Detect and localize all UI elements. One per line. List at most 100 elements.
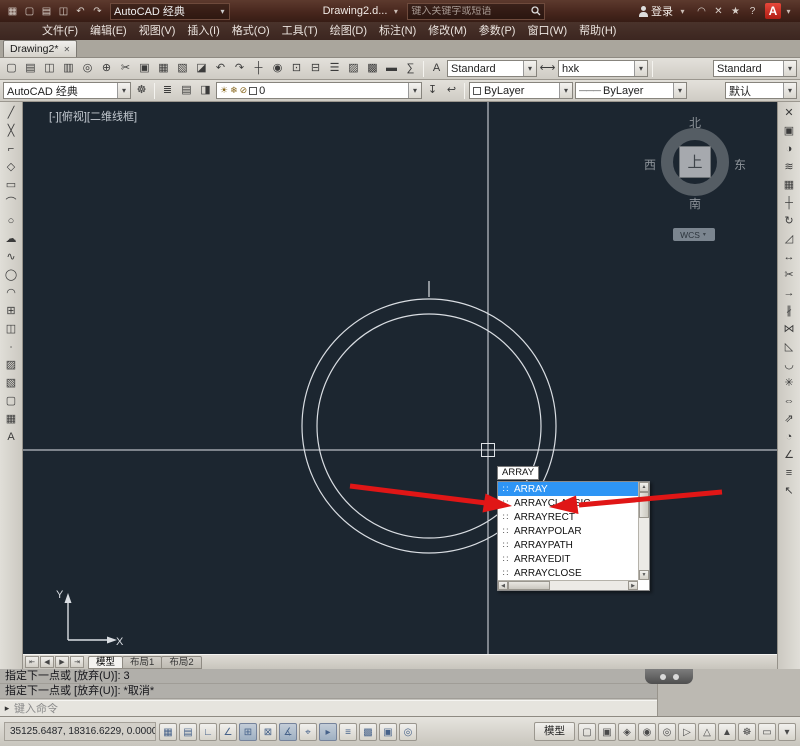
layer-isolate-icon[interactable]: ◨ [197,82,214,99]
paste-icon[interactable]: ▦ [155,60,172,77]
tool-mirror-icon[interactable]: ◑ [781,141,798,158]
grid-toggle[interactable]: ▤ [179,723,197,741]
quick-view-layouts-icon[interactable]: ▢ [578,723,596,741]
pan-status-icon[interactable]: ◈ [618,723,636,741]
tool-offset-icon[interactable]: ≋ [781,159,798,176]
tool-circle-icon[interactable]: ○ [3,213,20,230]
status-menu-arrow-icon[interactable]: ▾ [778,723,796,741]
tool-table-icon[interactable]: ▦ [3,411,20,428]
new-drawing-icon[interactable]: ▢ [22,4,37,19]
menu-dimension[interactable]: 标注(N) [373,22,422,40]
redo-icon[interactable]: ↷ [90,4,105,19]
3d-osnap-toggle[interactable]: ⊠ [259,723,277,741]
scroll-thumb[interactable] [639,492,649,518]
app-menu-icon[interactable]: ▦ [5,4,20,19]
quickcalc-icon[interactable]: ∑ [402,60,419,77]
save-drawing-icon[interactable]: ◫ [56,4,71,19]
menu-help[interactable]: 帮助(H) [573,22,622,40]
document-tab[interactable]: Drawing2* ✕ [3,40,77,57]
tool-explode-icon[interactable]: ✳ [781,375,798,392]
copy-clip-icon[interactable]: ▣ [136,60,153,77]
tool-rectangle-icon[interactable]: ▭ [3,177,20,194]
popup-vertical-scrollbar[interactable]: ▲ ▼ [638,482,649,580]
publish-icon[interactable]: ⊕ [98,60,115,77]
tool-join-icon[interactable]: ⋈ [781,321,798,338]
sign-in-button[interactable]: 登录 ▾ [638,3,689,19]
transparency-toggle[interactable]: ▩ [359,723,377,741]
ortho-toggle[interactable]: ∟ [199,723,217,741]
properties-icon[interactable]: ☰ [326,60,343,77]
model-space-button[interactable]: 模型 [534,722,575,741]
popup-horizontal-scrollbar[interactable]: ◀ ▶ [498,580,638,590]
popup-item-arraypolar[interactable]: ∷ ARRAYPOLAR [498,524,638,538]
menu-view[interactable]: 视图(V) [133,22,182,40]
color-combo[interactable]: ByLayer ▾ [469,82,573,99]
layer-combo[interactable]: ☀ ❄ ⊘ 0 ▾ [216,82,422,99]
tool-revision-cloud-icon[interactable]: ☁ [3,231,20,248]
osnap-toggle[interactable]: ⊞ [239,723,257,741]
tool-mtext-icon[interactable]: A [3,429,20,446]
menu-tools[interactable]: 工具(T) [276,22,324,40]
communication-center-icon[interactable]: ◠ [694,4,709,19]
menu-parametric[interactable]: 参数(P) [473,22,522,40]
tool-chamfer-icon[interactable]: ◺ [781,339,798,356]
dim-style-combo[interactable]: hxk ▾ [558,60,648,77]
exchange-apps-icon[interactable]: ✕ [711,4,726,19]
tool-extend-icon[interactable]: → [781,285,798,302]
scroll-right-icon[interactable]: ▶ [628,581,638,590]
snap-toggle[interactable]: ▦ [159,723,177,741]
open-icon[interactable]: ▤ [22,60,39,77]
scroll-left-icon[interactable]: ◀ [498,581,508,590]
tool-break-icon[interactable]: ∦ [781,303,798,320]
clean-screen-icon[interactable]: ▭ [758,723,776,741]
tab-layout2[interactable]: 布局2 [161,656,201,669]
save-icon[interactable]: ◫ [41,60,58,77]
tool-trim-icon[interactable]: ✂ [781,267,798,284]
popup-item-arraypath[interactable]: ∷ ARRAYPATH [498,538,638,552]
tool-fillet-icon[interactable]: ◡ [781,357,798,374]
zoom-realtime-icon[interactable]: ◉ [269,60,286,77]
tool-scale-icon[interactable]: ◿ [781,231,798,248]
menu-file[interactable]: 文件(F) [36,22,84,40]
wcs-button[interactable]: WCS ▾ [673,228,715,241]
tool-spline-icon[interactable]: ∿ [3,249,20,266]
dim-style-icon[interactable]: ⟷ [539,60,556,77]
tool-copy-icon[interactable]: ▣ [781,123,798,140]
linetype-combo[interactable]: ——— ByLayer ▾ [575,82,687,99]
tool-rotate-icon[interactable]: ↻ [781,213,798,230]
autoscale-icon[interactable]: ▲ [718,723,736,741]
viewport-controls[interactable]: [-][俯视][二维线框] [49,108,137,124]
layer-states-manager-icon[interactable]: ▤ [178,82,195,99]
match-properties-icon[interactable]: ▧ [174,60,191,77]
workspace-settings-icon[interactable]: ☸ [133,82,150,99]
dynamic-ucs-toggle[interactable]: ⌖ [299,723,317,741]
make-layer-current-icon[interactable]: ↧ [424,82,441,99]
tool-hatch-icon[interactable]: ▨ [3,357,20,374]
open-drawing-icon[interactable]: ▤ [39,4,54,19]
quick-properties-toggle[interactable]: ▣ [379,723,397,741]
tool-point-icon[interactable]: ∙ [3,339,20,356]
quick-view-drawings-icon[interactable]: ▣ [598,723,616,741]
compass-east[interactable]: 东 [734,156,746,173]
dynamic-input-toggle[interactable]: ▸ [319,723,337,741]
popup-item-arrayrect[interactable]: ∷ ARRAYRECT [498,510,638,524]
block-editor-icon[interactable]: ◪ [193,60,210,77]
popup-item-arrayclassic[interactable]: ∷ ARRAYCLASSIC [498,496,638,510]
menu-window[interactable]: 窗口(W) [521,22,573,40]
scroll-down-icon[interactable]: ▼ [639,570,649,580]
popup-item-arrayclose[interactable]: ∷ ARRAYCLOSE [498,566,638,580]
undo-icon[interactable]: ↶ [73,4,88,19]
dim-linear-icon[interactable]: ⇔ [781,393,798,410]
scroll-thumb[interactable] [508,581,550,590]
annotation-visibility-icon[interactable]: △ [698,723,716,741]
menu-insert[interactable]: 插入(I) [181,22,225,40]
workspace-combo[interactable]: AutoCAD 经典 ▾ [110,3,230,20]
drawing-canvas[interactable]: Y X [-][俯视][二维线框] 上 北 南 西 东 WCS ▾ ARRAY … [23,102,777,654]
designcenter-icon[interactable]: ▨ [345,60,362,77]
tool-move-icon[interactable]: ┼ [781,195,798,212]
leader-icon[interactable]: ↖ [781,483,798,500]
show-motion-icon[interactable]: ▷ [678,723,696,741]
command-input[interactable] [14,703,657,715]
dim-radius-icon[interactable]: ◔ [781,429,798,446]
tool-palettes-icon[interactable]: ▩ [364,60,381,77]
